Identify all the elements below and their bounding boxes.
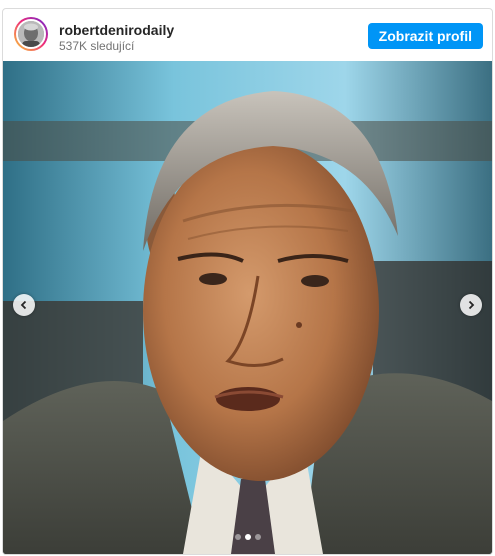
username-link[interactable]: robertdenirodaily [59, 22, 174, 38]
carousel-prev-button[interactable] [13, 294, 35, 316]
carousel-dot-active [244, 534, 251, 540]
instagram-embed-card: robertdenirodaily 537K sledující Zobrazi… [2, 8, 493, 555]
view-profile-button[interactable]: Zobrazit profil [367, 23, 483, 49]
carousel-indicator [3, 534, 492, 540]
carousel-dot [254, 534, 261, 540]
chevron-right-icon [468, 300, 475, 310]
post-header: robertdenirodaily 537K sledující Zobrazi… [3, 9, 492, 61]
post-media[interactable] [3, 61, 492, 554]
carousel-next-button[interactable] [460, 294, 482, 316]
follower-count: 537K sledující [59, 39, 135, 53]
avatar-story-ring[interactable] [14, 17, 48, 51]
chevron-left-icon [20, 300, 27, 310]
carousel-dot [234, 534, 241, 540]
post-photo [3, 61, 492, 554]
avatar-image [18, 21, 44, 47]
avatar[interactable] [16, 19, 46, 49]
